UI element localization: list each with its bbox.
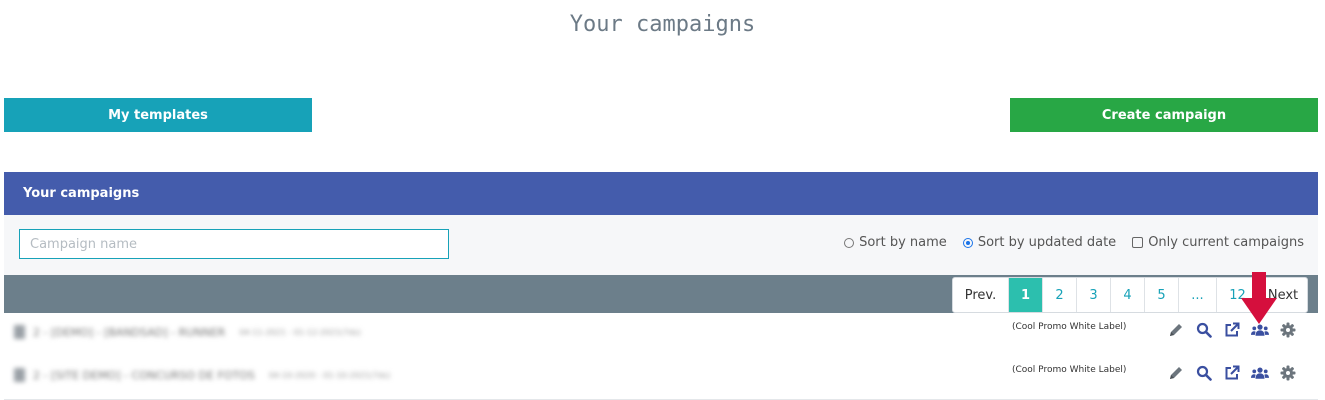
sort-by-updated-label: Sort by updated date: [977, 235, 1117, 250]
campaigns-panel-header: Your campaigns: [4, 172, 1318, 215]
campaign-row: 2 - [DEMO] - [BANDSAD] - RUNNER 04-11-20…: [4, 313, 1318, 357]
sort-by-updated-option[interactable]: Sort by updated date: [962, 235, 1117, 250]
prev-page-button[interactable]: Prev.: [953, 278, 1009, 312]
panel-title: Your campaigns: [23, 186, 140, 201]
only-current-checkbox[interactable]: [1132, 237, 1144, 248]
page-4-button[interactable]: 4: [1111, 278, 1145, 312]
users-icon[interactable]: [1251, 364, 1269, 382]
page-2-button[interactable]: 2: [1043, 278, 1077, 312]
pencil-icon[interactable]: [1167, 321, 1185, 339]
sort-by-name-option[interactable]: Sort by name: [844, 235, 947, 250]
sort-by-name-label: Sort by name: [859, 235, 947, 250]
campaign-dates: 04-11-2021 - 01-12-2021(7ds): [239, 327, 361, 337]
campaign-name[interactable]: 2 - [DEMO] - [BANDSAD] - RUNNER: [33, 326, 225, 339]
campaign-row: 2 - [SITE DEMO] - CONCURSO DE FOTOS 04-1…: [4, 356, 1318, 400]
pencil-icon[interactable]: [1167, 364, 1185, 382]
my-templates-button[interactable]: My templates: [4, 98, 312, 132]
external-link-icon[interactable]: [1223, 364, 1241, 382]
client-label: (Cool Promo White Label): [1012, 365, 1127, 375]
sort-by-name-radio[interactable]: [844, 237, 855, 248]
pagination-bar: Prev. 1 2 3 4 5 ... 12 Next: [4, 275, 1318, 313]
document-icon: [14, 325, 25, 339]
gear-icon[interactable]: [1279, 364, 1297, 382]
page-title: Your campaigns: [569, 12, 756, 37]
page-ellipsis: ...: [1179, 278, 1217, 312]
annotation-arrow-icon: [1241, 272, 1277, 324]
external-link-icon[interactable]: [1223, 321, 1241, 339]
search-icon[interactable]: [1195, 364, 1213, 382]
page-3-button[interactable]: 3: [1077, 278, 1111, 312]
campaign-name-search-input[interactable]: [19, 229, 449, 259]
page-5-button[interactable]: 5: [1145, 278, 1179, 312]
campaign-info: 2 - [DEMO] - [BANDSAD] - RUNNER 04-11-20…: [14, 325, 361, 339]
campaign-name[interactable]: 2 - [SITE DEMO] - CONCURSO DE FOTOS: [33, 369, 255, 382]
sort-by-updated-radio[interactable]: [962, 237, 973, 248]
create-campaign-button[interactable]: Create campaign: [1010, 98, 1318, 132]
client-label: (Cool Promo White Label): [1012, 322, 1127, 332]
sort-options: Sort by name Sort by updated date Only c…: [844, 235, 1304, 250]
gear-icon[interactable]: [1279, 321, 1297, 339]
page-1-button[interactable]: 1: [1009, 278, 1043, 312]
campaign-info: 2 - [SITE DEMO] - CONCURSO DE FOTOS 04-1…: [14, 368, 390, 382]
row-actions: [1167, 364, 1297, 382]
search-icon[interactable]: [1195, 321, 1213, 339]
document-icon: [14, 368, 25, 382]
only-current-label: Only current campaigns: [1148, 235, 1304, 250]
filter-bar: Sort by name Sort by updated date Only c…: [4, 215, 1318, 275]
campaign-dates: 04-10-2020 - 01-10-2021(7ds): [268, 370, 391, 380]
only-current-option[interactable]: Only current campaigns: [1132, 235, 1304, 250]
